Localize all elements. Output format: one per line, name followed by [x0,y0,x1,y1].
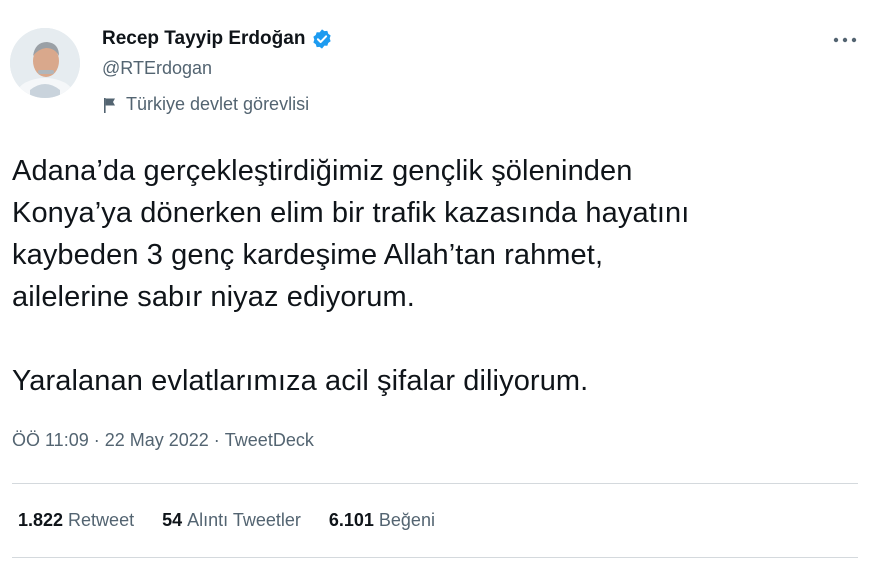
like-count-label: Beğeni [378,510,435,530]
avatar[interactable] [10,28,80,98]
more-options-button[interactable] [830,30,860,50]
verified-badge-icon [311,28,333,50]
like-count[interactable]: 6.101 Beğeni [329,510,435,531]
author-handle[interactable]: @RTErdogan [102,58,212,79]
retweet-count[interactable]: 1.822 Retweet [18,510,134,531]
meta-separator: · [88,430,105,450]
tweet-time[interactable]: ÖÖ 11:09 [12,430,89,451]
retweet-count-value: 1.822 [18,510,64,530]
retweet-count-label: Retweet [68,510,135,530]
quote-tweet-count[interactable]: 54 Alıntı Tweetler [162,510,301,531]
avatar-image [10,28,80,98]
government-flag-icon [102,96,118,114]
divider-top [12,483,858,484]
like-count-value: 6.101 [328,510,374,530]
author-name[interactable]: Recep Tayyip Erdoğan [102,28,305,50]
tweet-date[interactable]: 22 May 2022 [105,430,209,451]
tweet-stats: 1.822 Retweet 54 Alıntı Tweetler 6.101 B… [18,510,435,531]
tweet-meta: ÖÖ 11:09 · 22 May 2022 · TweetDeck [12,430,314,451]
quote-tweet-count-label: Alıntı Tweetler [187,510,301,530]
tweet-text: Adana’da gerçekleştirdiğimiz gençlik şöl… [12,155,690,397]
quote-tweet-count-value: 54 [162,510,183,530]
government-label-text: Türkiye devlet görevlisi [126,94,310,114]
tweet-source[interactable]: TweetDeck [225,430,314,451]
more-horizontal-icon [833,37,857,43]
divider-bottom [12,557,858,558]
government-label[interactable]: Türkiye devlet görevlisi [102,94,309,115]
author-name-row: Recep Tayyip Erdoğan [102,28,333,50]
meta-separator-2: · [208,430,225,450]
